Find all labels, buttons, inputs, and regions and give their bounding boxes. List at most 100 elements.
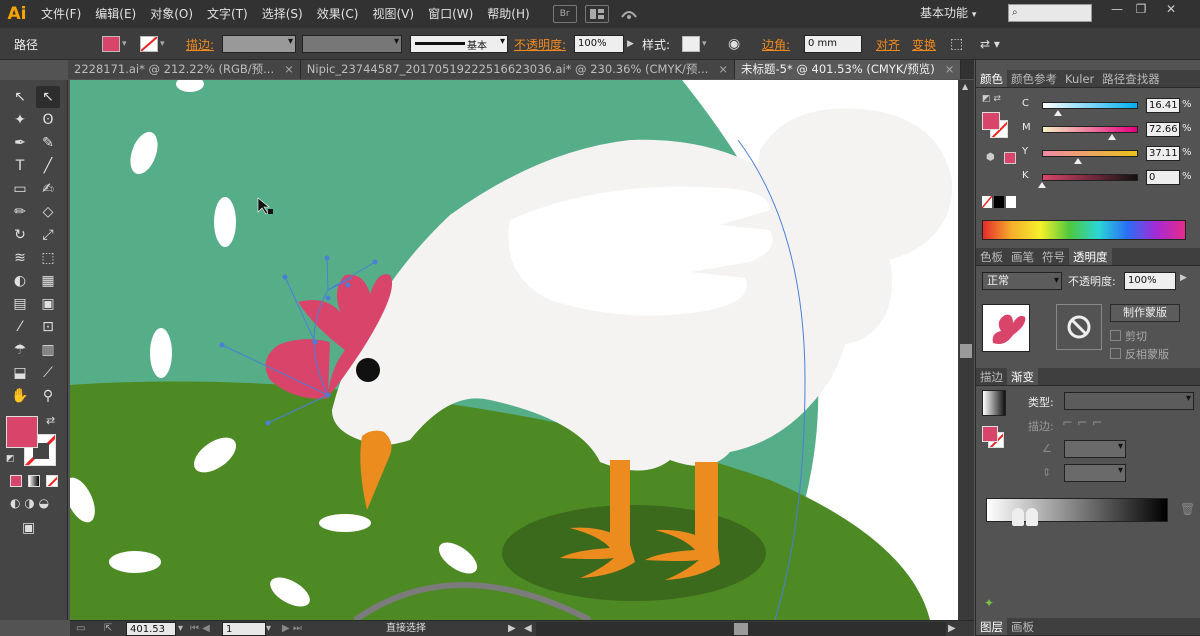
scale-tool-icon[interactable]: ⤢ (36, 224, 60, 246)
workspace-switcher[interactable]: 基本功能 ▾ (920, 4, 976, 21)
slider-k[interactable]: K 0% (1022, 170, 1196, 188)
lasso-tool-icon[interactable]: ʘ (36, 109, 60, 131)
width-tool-icon[interactable]: ≋ (8, 247, 32, 269)
slider-thumb[interactable] (1038, 182, 1046, 188)
tab-swatches[interactable]: 色板 (976, 248, 1007, 265)
align-link[interactable]: 对齐 (876, 36, 900, 53)
menu-file[interactable]: 文件(F) (34, 0, 88, 28)
gradient-stop[interactable] (1012, 508, 1024, 526)
drawing-mode-icon[interactable]: ◐ ◑ ◒ (10, 496, 49, 510)
swap-fill-stroke-icon[interactable]: ⇄ (46, 414, 55, 427)
slider-m[interactable]: M 72.66% (1022, 122, 1196, 140)
vertical-scrollbar[interactable]: ▲ (958, 80, 974, 620)
hand-tool-icon[interactable]: ✋ (8, 385, 32, 407)
screen-mode-icon[interactable]: ▣ (22, 520, 35, 536)
tab-symbols[interactable]: 符号 (1038, 248, 1069, 265)
free-transform-tool-icon[interactable]: ⬚ (36, 247, 60, 269)
magic-wand-tool-icon[interactable]: ✦ (8, 109, 32, 131)
sync-icon[interactable] (617, 5, 641, 23)
gradient-aspect-dropdown[interactable] (1064, 464, 1126, 482)
paintbrush-tool-icon[interactable]: ✍ (36, 178, 60, 200)
opacity-label[interactable]: 不透明度: (514, 36, 566, 53)
mask-thumbnail[interactable] (1056, 304, 1102, 350)
pen-tool-icon[interactable]: ✒ (8, 132, 32, 154)
pencil-tool-icon[interactable]: ✏ (8, 201, 32, 223)
channel-value-field[interactable]: 0 (1146, 170, 1180, 185)
slice-tool-icon[interactable]: ⟋ (36, 362, 60, 384)
gradient-tool-icon[interactable]: ▣ (36, 293, 60, 315)
clip-checkbox[interactable]: 剪切 (1110, 328, 1147, 344)
black-color-chip[interactable] (994, 196, 1004, 208)
blend-mode-dropdown[interactable]: 正常 (982, 272, 1062, 290)
horizontal-scrollbar[interactable] (536, 622, 946, 636)
curvature-tool-icon[interactable]: ✎ (36, 132, 60, 154)
delete-stop-icon[interactable]: 🗑 (1180, 502, 1195, 516)
variable-width-dropdown[interactable] (302, 35, 402, 53)
eyedropper-tool-icon[interactable]: ⁄ (8, 316, 32, 338)
tab-transparency[interactable]: 透明度 (1069, 248, 1112, 265)
gamut-swatch[interactable] (1004, 152, 1016, 164)
tab-close-icon[interactable]: × (945, 60, 955, 79)
color-mode-button[interactable] (10, 475, 22, 487)
shape-builder-tool-icon[interactable]: ◐ (8, 270, 32, 292)
help-search-input[interactable]: ⌕ (1008, 4, 1092, 22)
rotate-tool-icon[interactable]: ↻ (8, 224, 32, 246)
column-graph-tool-icon[interactable]: ▥ (36, 339, 60, 361)
gradient-fill-swatch[interactable] (982, 426, 998, 442)
menu-help[interactable]: 帮助(H) (480, 0, 536, 28)
tab-color-guide[interactable]: 颜色参考 (1007, 70, 1061, 87)
menu-type[interactable]: 文字(T) (200, 0, 255, 28)
menu-view[interactable]: 视图(V) (365, 0, 421, 28)
color-spectrum[interactable] (982, 220, 1186, 240)
gradient-stroke-options-icon[interactable]: ⌐⌐⌐ (1062, 416, 1107, 431)
fill-swatch-front[interactable] (6, 416, 38, 448)
tab-close-icon[interactable]: × (718, 60, 728, 79)
artboard-nav-prev[interactable]: ⏮ ◀ (190, 622, 210, 636)
default-fill-stroke-icon[interactable]: ◩ ⇄ (982, 94, 1001, 104)
rectangle-tool-icon[interactable]: ▭ (8, 178, 32, 200)
corner-radius-field[interactable]: 0 mm (804, 35, 862, 53)
hscroll-left-icon[interactable]: ◀ (524, 622, 532, 636)
slider-thumb[interactable] (1053, 110, 1062, 116)
stroke-none-swatch[interactable] (140, 36, 158, 52)
panel-fill-swatch[interactable] (982, 112, 1000, 130)
channel-value-field[interactable]: 16.41 (1146, 98, 1180, 113)
tab-gradient[interactable]: 渐变 (1007, 368, 1038, 385)
perspective-tool-icon[interactable]: ▦ (36, 270, 60, 292)
symbol-sprayer-tool-icon[interactable]: ☂ (8, 339, 32, 361)
slider-thumb[interactable] (1107, 134, 1116, 140)
tab-document-1[interactable]: 2228171.ai* @ 212.22% (RGB/预... × (68, 60, 301, 79)
status-menu-icon[interactable]: ▶ (508, 622, 516, 636)
menu-object[interactable]: 对象(O) (143, 0, 200, 28)
isolate-icon[interactable]: ⬚ (950, 36, 963, 52)
line-tool-icon[interactable]: ╱ (36, 155, 60, 177)
brush-definition-dropdown[interactable]: 基本 (410, 35, 508, 53)
type-tool-icon[interactable]: T (8, 155, 32, 177)
blend-tool-icon[interactable]: ⊡ (36, 316, 60, 338)
restore-button[interactable]: ❐ (1130, 2, 1152, 20)
none-color-chip[interactable] (982, 196, 992, 208)
zoom-tool-icon[interactable]: ⚲ (36, 385, 60, 407)
direct-selection-tool-icon[interactable]: ↖ (36, 86, 60, 108)
eraser-tool-icon[interactable]: ◇ (36, 201, 60, 223)
none-mode-button[interactable] (46, 475, 58, 487)
slider-track[interactable] (1042, 150, 1138, 157)
artboard-nav-next[interactable]: ▶ ⏭ (282, 622, 302, 636)
stroke-label[interactable]: 描边: (186, 36, 214, 53)
tab-document-2[interactable]: Nipic_23744587_20170519222516623036.ai* … (300, 60, 736, 79)
mesh-tool-icon[interactable]: ▤ (8, 293, 32, 315)
tab-color[interactable]: 颜色 (976, 70, 1007, 87)
artboard-tool-icon[interactable]: ⬓ (8, 362, 32, 384)
opacity-field[interactable]: 100% (574, 35, 624, 53)
tab-kuler[interactable]: Kuler (1061, 70, 1098, 87)
panel-resize-icon[interactable]: ✦ (984, 596, 994, 610)
menu-select[interactable]: 选择(S) (255, 0, 310, 28)
selection-tool-icon[interactable]: ↖ (8, 86, 32, 108)
recolor-artwork-icon[interactable]: ◉ (728, 36, 740, 52)
slider-track[interactable] (1042, 174, 1138, 181)
graphic-style-swatch[interactable] (682, 36, 700, 52)
invert-mask-checkbox[interactable]: 反相蒙版 (1110, 346, 1169, 362)
arrange-documents-icon[interactable] (584, 5, 609, 23)
object-thumbnail[interactable] (982, 304, 1030, 352)
transform-link[interactable]: 变换 (912, 36, 936, 53)
